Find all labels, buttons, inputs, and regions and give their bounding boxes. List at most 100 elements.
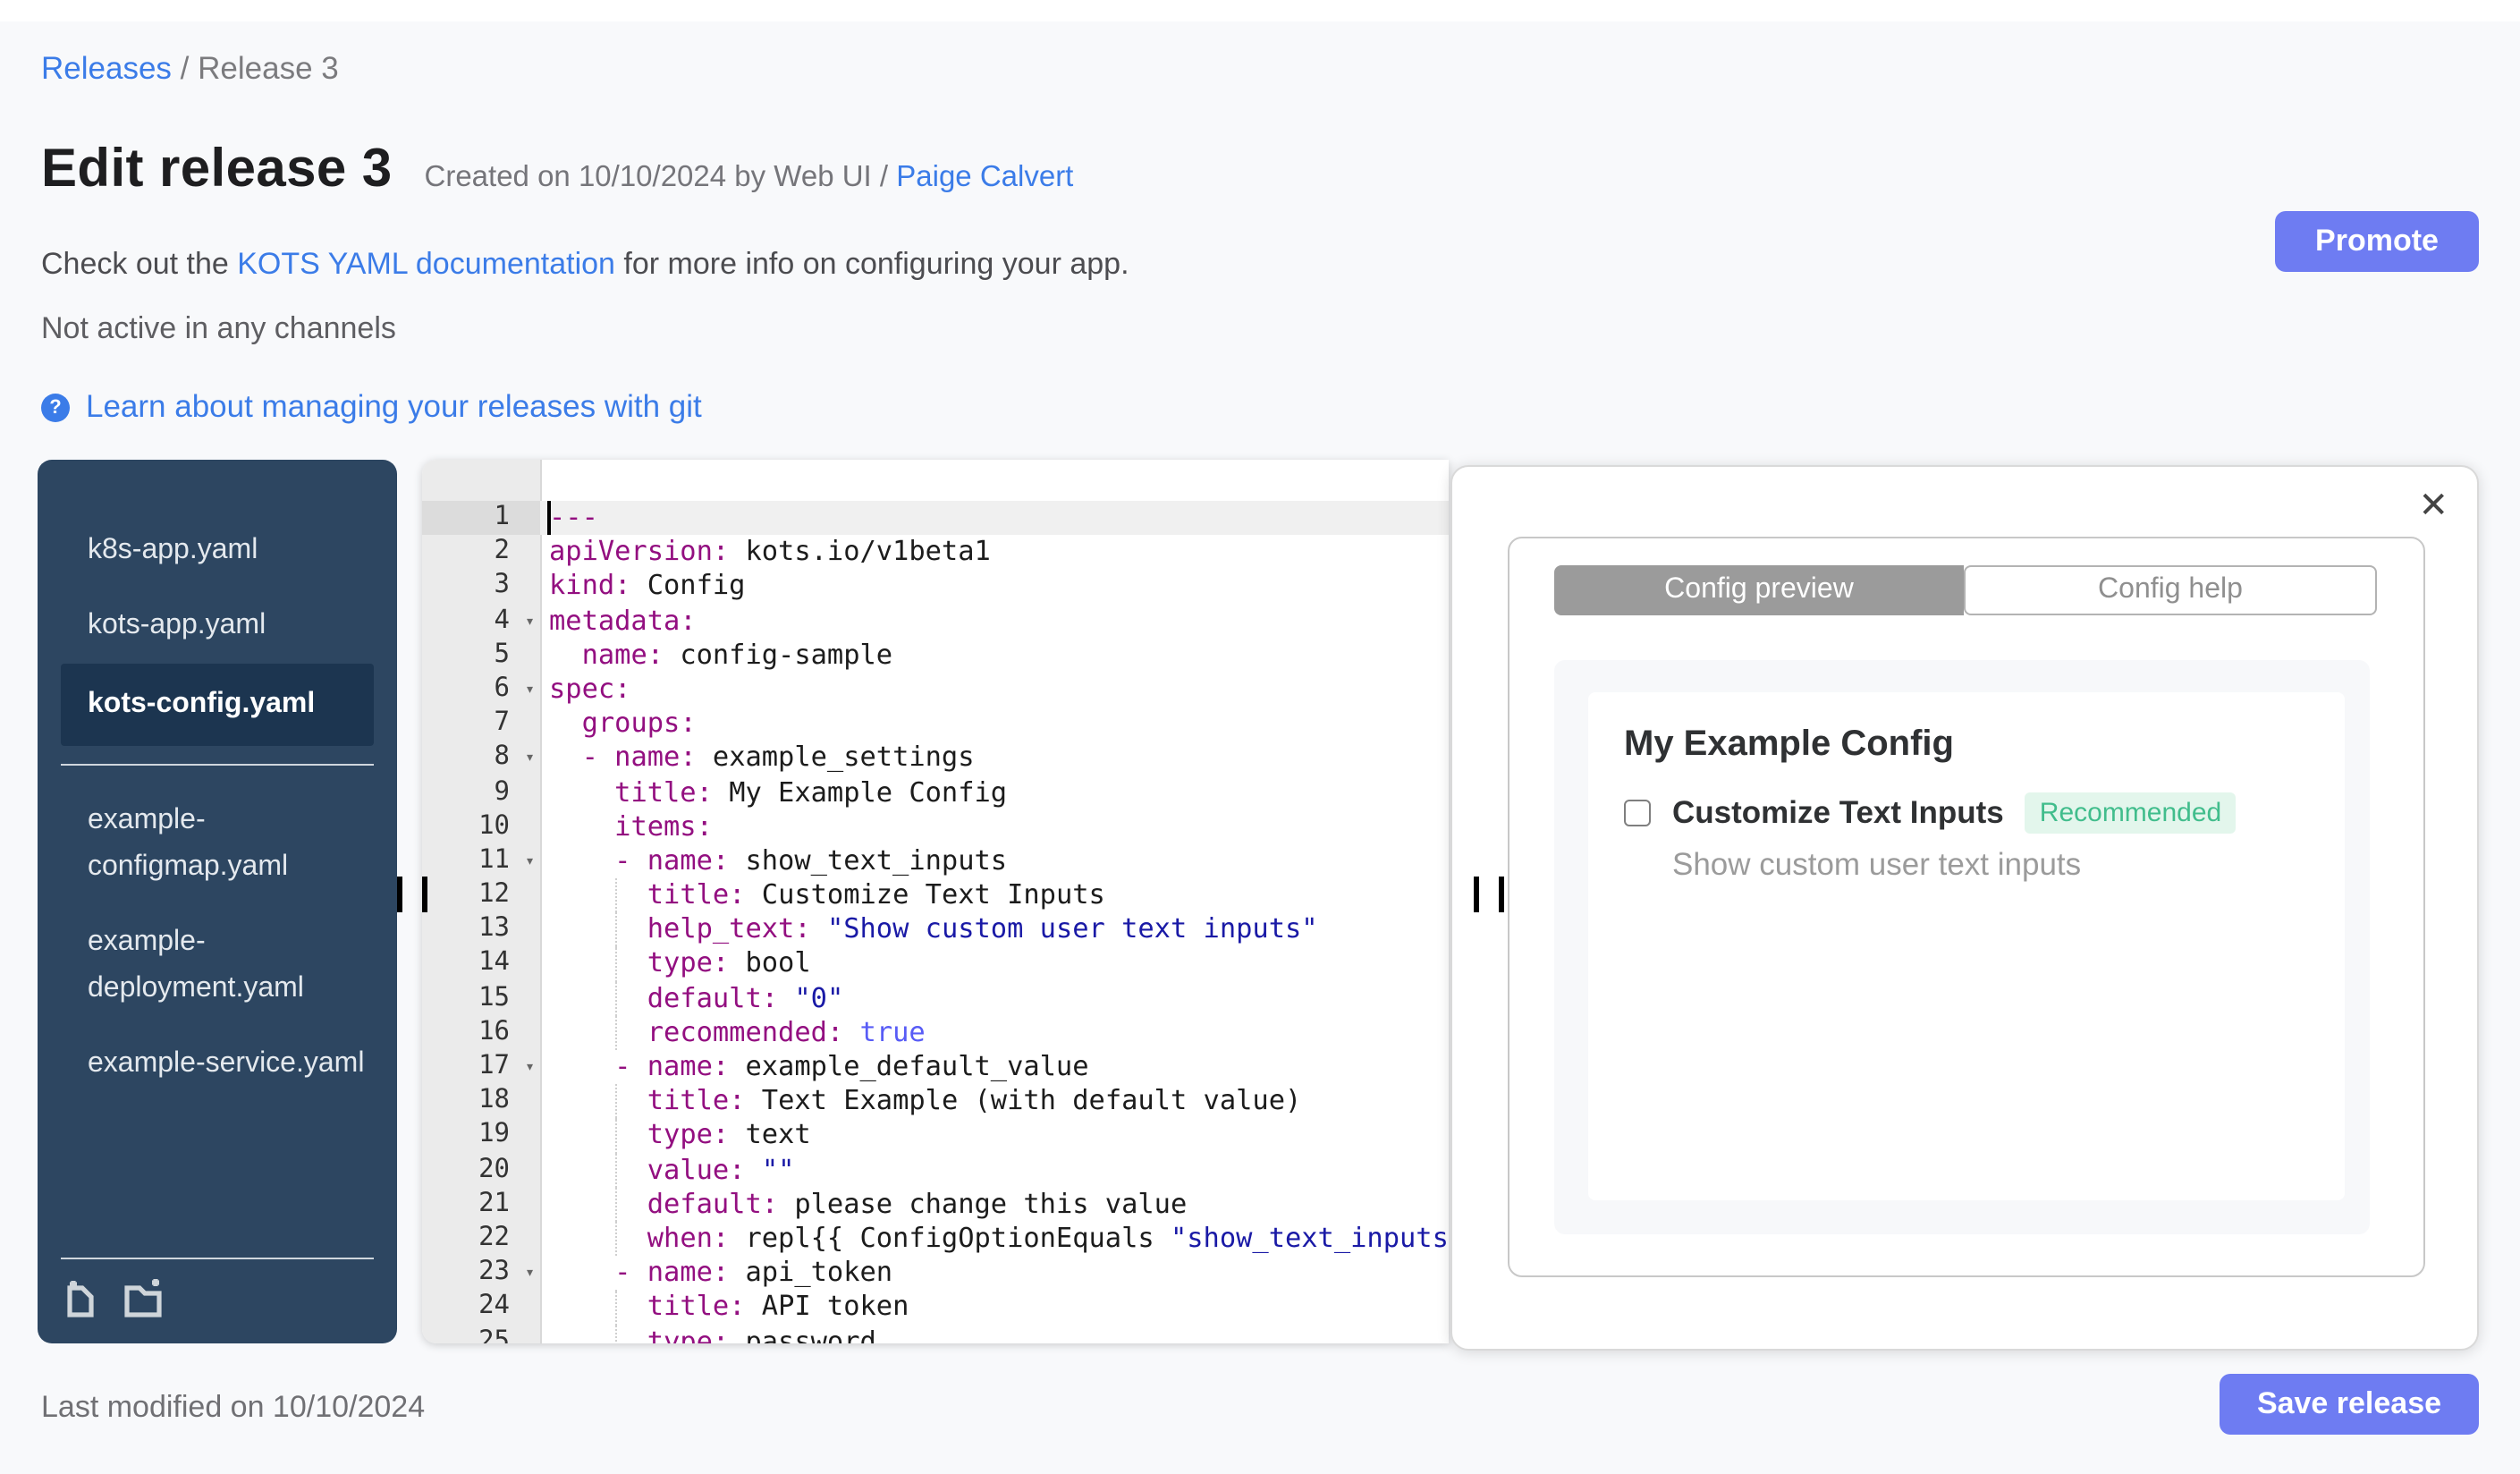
customize-text-inputs-checkbox[interactable] bbox=[1624, 800, 1651, 826]
line-number[interactable]: 15 bbox=[422, 981, 540, 1015]
line-number[interactable]: 19 bbox=[422, 1119, 540, 1153]
code-text: title: My Example Config bbox=[614, 775, 1008, 808]
close-icon[interactable]: ✕ bbox=[2418, 488, 2448, 524]
line-number[interactable]: 20 bbox=[422, 1153, 540, 1187]
last-modified-text: Last modified on 10/10/2024 bbox=[41, 1390, 426, 1424]
code-line[interactable]: 1 --- bbox=[422, 501, 1449, 536]
file-item[interactable]: example-configmap.yaml bbox=[38, 784, 397, 905]
code-line[interactable]: 6 ▾ spec: bbox=[422, 673, 1449, 707]
fold-arrow-icon[interactable]: ▾ bbox=[525, 846, 535, 880]
kots-yaml-docs-link[interactable]: KOTS YAML documentation bbox=[237, 247, 615, 281]
recommended-badge: Recommended bbox=[2025, 792, 2237, 834]
code-line[interactable]: 9 title: My Example Config bbox=[422, 775, 1449, 809]
code-line[interactable]: 20 value: "" bbox=[422, 1153, 1449, 1188]
line-number[interactable]: 8 ▾ bbox=[422, 741, 540, 775]
code-text: - name: api_token bbox=[614, 1256, 893, 1289]
code-line[interactable]: 16 recommended: true bbox=[422, 1015, 1449, 1050]
line-number[interactable]: 23 ▾ bbox=[422, 1256, 540, 1290]
file-item[interactable]: example-service.yaml bbox=[38, 1027, 397, 1102]
code-line[interactable]: 14 type: bool bbox=[422, 946, 1449, 982]
line-number[interactable]: 9 bbox=[422, 775, 540, 809]
new-file-icon[interactable] bbox=[61, 1277, 100, 1320]
file-item[interactable]: k8s-app.yaml bbox=[38, 513, 397, 589]
code-line[interactable]: 17 ▾ - name: example_default_value bbox=[422, 1050, 1449, 1084]
preview-resize-handle[interactable] bbox=[1474, 877, 1504, 912]
code-text: title: Text Example (with default value) bbox=[540, 1084, 1449, 1119]
fold-arrow-icon[interactable]: ▾ bbox=[525, 606, 535, 640]
code-line[interactable]: 7 groups: bbox=[422, 707, 1449, 741]
line-number[interactable]: 16 bbox=[422, 1016, 540, 1050]
code-line[interactable]: 4 ▾ metadata: bbox=[422, 604, 1449, 638]
file-list-divider bbox=[61, 764, 374, 766]
line-number[interactable]: 17 ▾ bbox=[422, 1050, 540, 1084]
code-line[interactable]: 10 items: bbox=[422, 809, 1449, 843]
breadcrumb-current: Release 3 bbox=[198, 50, 339, 86]
code-line[interactable]: 21 default: please change this value bbox=[422, 1187, 1449, 1222]
tab-config-preview[interactable]: Config preview bbox=[1554, 565, 1964, 615]
line-number[interactable]: 4 ▾ bbox=[422, 604, 540, 638]
yaml-code-editor[interactable]: 1 --- 2 apiVersion: kots.io/v1beta1 3 kind: C… bbox=[422, 460, 1449, 1343]
code-text: items: bbox=[614, 809, 713, 843]
tab-config-help[interactable]: Config help bbox=[1964, 565, 2377, 615]
code-line[interactable]: 5 name: config-sample bbox=[422, 639, 1449, 673]
code-text: when: repl{{ ConfigOptionEquals "show_te… bbox=[540, 1221, 1449, 1257]
code-line[interactable]: 12 title: Customize Text Inputs bbox=[422, 878, 1449, 913]
line-number[interactable]: 21 bbox=[422, 1188, 540, 1222]
created-by-link[interactable]: Paige Calvert bbox=[896, 161, 1073, 193]
code-line[interactable]: 13 help_text: "Show custom user text inp… bbox=[422, 912, 1449, 947]
breadcrumb-releases-link[interactable]: Releases bbox=[41, 50, 172, 86]
file-item[interactable]: example-deployment.yaml bbox=[38, 905, 397, 1027]
config-item-help-text: Show custom user text inputs bbox=[1672, 846, 2082, 882]
line-number[interactable]: 24 bbox=[422, 1291, 540, 1325]
new-folder-icon[interactable] bbox=[122, 1277, 168, 1320]
code-text: - name: show_text_inputs bbox=[614, 843, 1008, 877]
breadcrumb: Releases / Release 3 bbox=[41, 50, 339, 88]
code-line[interactable]: 24 title: API token bbox=[422, 1290, 1449, 1325]
code-line[interactable]: 19 type: text bbox=[422, 1118, 1449, 1154]
git-releases-link[interactable]: Learn about managing your releases with … bbox=[86, 388, 702, 426]
docs-prefix: Check out the bbox=[41, 247, 238, 281]
save-release-button[interactable]: Save release bbox=[2220, 1374, 2479, 1435]
config-preview-panel: ✕ Config preview Config help My Example … bbox=[1450, 465, 2479, 1351]
line-number[interactable]: 1 bbox=[422, 501, 540, 536]
code-line[interactable]: 25 type: password bbox=[422, 1325, 1449, 1343]
line-number[interactable]: 13 bbox=[422, 913, 540, 947]
code-line[interactable]: 23 ▾ - name: api_token bbox=[422, 1256, 1449, 1290]
sidebar-footer bbox=[38, 1258, 397, 1343]
line-number[interactable]: 22 bbox=[422, 1222, 540, 1256]
sidebar-resize-handle[interactable] bbox=[397, 877, 427, 912]
fold-arrow-icon[interactable]: ▾ bbox=[525, 743, 535, 777]
line-number[interactable]: 2 bbox=[422, 535, 540, 569]
page-title: Edit release 3 bbox=[41, 140, 393, 199]
code-text: apiVersion: kots.io/v1beta1 bbox=[549, 535, 991, 568]
line-number[interactable]: 10 bbox=[422, 809, 540, 843]
line-number[interactable]: 18 bbox=[422, 1084, 540, 1118]
code-line[interactable]: 8 ▾ - name: example_settings bbox=[422, 741, 1449, 775]
code-line[interactable]: 2 apiVersion: kots.io/v1beta1 bbox=[422, 535, 1449, 569]
fold-arrow-icon[interactable]: ▾ bbox=[525, 1052, 535, 1086]
code-text: help_text: "Show custom user text inputs… bbox=[540, 912, 1449, 947]
code-line[interactable]: 15 default: "0" bbox=[422, 981, 1449, 1016]
file-item[interactable]: kots-app.yaml bbox=[38, 589, 397, 664]
line-number[interactable]: 11 ▾ bbox=[422, 844, 540, 878]
fold-arrow-icon[interactable]: ▾ bbox=[525, 674, 535, 708]
line-number[interactable]: 3 bbox=[422, 570, 540, 604]
code-text: default: please change this value bbox=[540, 1187, 1449, 1222]
line-number[interactable]: 25 bbox=[422, 1325, 540, 1343]
code-line[interactable]: 18 title: Text Example (with default val… bbox=[422, 1084, 1449, 1119]
promote-button[interactable]: Promote bbox=[2275, 211, 2479, 272]
line-number[interactable]: 12 bbox=[422, 878, 540, 912]
code-line[interactable]: 11 ▾ - name: show_text_inputs bbox=[422, 844, 1449, 878]
code-line[interactable]: 3 kind: Config bbox=[422, 570, 1449, 604]
git-help-row: ? Learn about managing your releases wit… bbox=[41, 388, 702, 426]
line-number[interactable]: 7 bbox=[422, 707, 540, 741]
file-item[interactable]: kots-config.yaml bbox=[61, 664, 374, 746]
code-text: type: password bbox=[540, 1325, 1449, 1343]
question-mark-icon: ? bbox=[41, 393, 70, 421]
code-text: title: Customize Text Inputs bbox=[540, 878, 1449, 913]
line-number[interactable]: 6 ▾ bbox=[422, 673, 540, 707]
line-number[interactable]: 14 bbox=[422, 947, 540, 981]
line-number[interactable]: 5 bbox=[422, 639, 540, 673]
code-line[interactable]: 22 when: repl{{ ConfigOptionEquals "show… bbox=[422, 1221, 1449, 1257]
fold-arrow-icon[interactable]: ▾ bbox=[525, 1258, 535, 1292]
